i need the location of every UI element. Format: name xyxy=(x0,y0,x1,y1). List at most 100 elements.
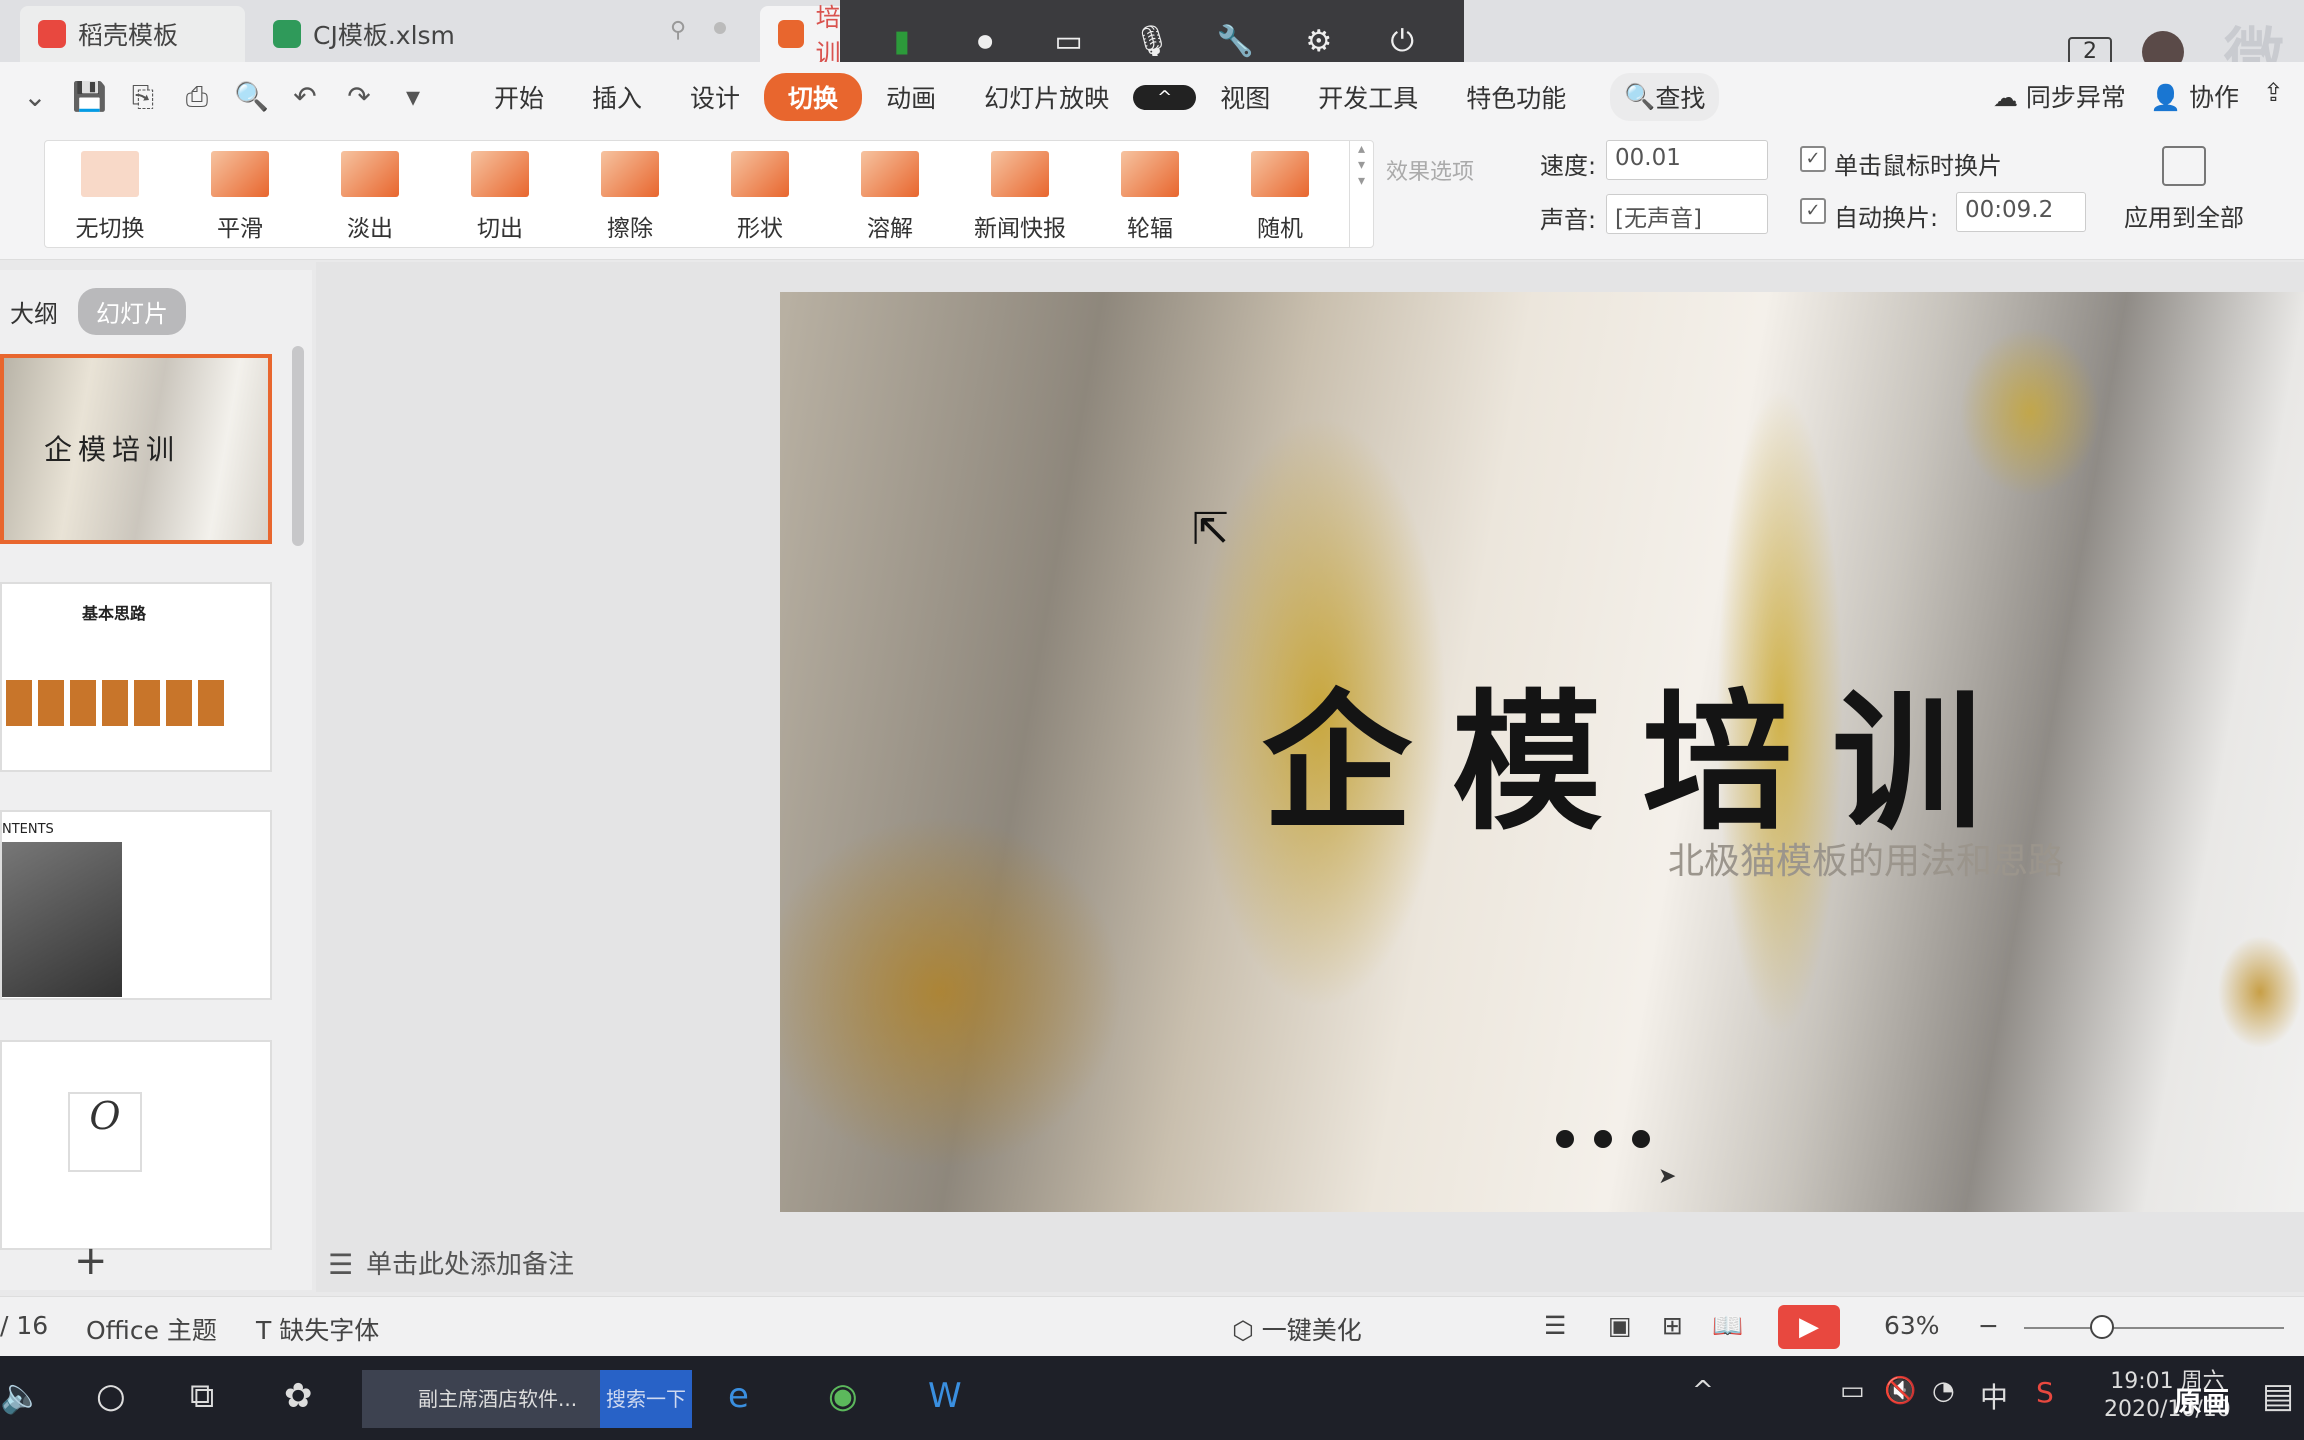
transition-fade[interactable]: 淡出 xyxy=(305,141,435,247)
play-slideshow-button[interactable]: ▶ xyxy=(1778,1305,1840,1349)
beautify-button[interactable]: ⬡ 一键美化 xyxy=(1232,1311,1362,1347)
stop-record-icon[interactable]: ⏺ xyxy=(963,24,1007,59)
decorative-dots xyxy=(1556,1130,1650,1148)
collapse-chevron-icon[interactable]: ⌄ xyxy=(18,80,52,114)
random-icon xyxy=(1251,151,1309,197)
power-icon[interactable]: ⏻ xyxy=(1380,24,1424,59)
task-view-icon[interactable]: ⧉ xyxy=(190,1376,214,1416)
speaker-icon[interactable]: 🔈 xyxy=(0,1376,42,1416)
effect-options-button[interactable]: 效果选项 xyxy=(1386,154,1474,186)
pointer-cursor-icon: ➤ xyxy=(1658,1164,1677,1189)
undo-icon[interactable]: ↶ xyxy=(288,80,322,114)
speed-input[interactable]: 00.01 xyxy=(1606,140,1768,180)
fade-icon xyxy=(341,151,399,197)
menu-home[interactable]: 开始 xyxy=(470,73,568,121)
notification-icon[interactable]: ▤ xyxy=(2262,1376,2294,1416)
slide-title[interactable]: 企模培训 xyxy=(780,642,2304,859)
auto-advance-time-input[interactable]: 00:09.2 xyxy=(1956,192,2086,232)
auto-advance-checkbox[interactable]: ✓ xyxy=(1800,198,1826,224)
add-slide-button[interactable]: + xyxy=(74,1238,108,1284)
gallery-scroll[interactable]: ▴ ▾ ▾ xyxy=(1349,141,1373,247)
menu-design[interactable]: 设计 xyxy=(666,73,764,121)
notes-toggle-icon[interactable]: ☰ xyxy=(1544,1311,1566,1340)
panel-scrollbar[interactable] xyxy=(292,346,304,546)
edge-icon[interactable]: e xyxy=(728,1376,749,1416)
transition-cut[interactable]: 切出 xyxy=(435,141,565,247)
menu-view[interactable]: 视图 xyxy=(1196,73,1294,121)
transition-shape[interactable]: 形状 xyxy=(695,141,825,247)
wps-writer-icon[interactable]: W xyxy=(928,1376,962,1416)
settings-gear-icon[interactable]: ⚙ xyxy=(1297,24,1341,59)
zoom-level[interactable]: 63% xyxy=(1884,1311,1940,1340)
menu-animation[interactable]: 动画 xyxy=(862,73,960,121)
zoom-slider-knob[interactable] xyxy=(2090,1315,2114,1339)
cloud-icon: ☁ xyxy=(1992,83,2018,112)
transition-none[interactable]: 无切换 xyxy=(45,141,175,247)
pin-icon[interactable]: ⚲ xyxy=(670,18,686,43)
cortana-icon[interactable]: ○ xyxy=(96,1376,126,1416)
taskbar-search-button[interactable]: 搜索一下 xyxy=(600,1370,692,1428)
sound-select[interactable]: [无声音] xyxy=(1606,194,1768,234)
zoom-out-icon[interactable]: − xyxy=(1978,1311,1999,1340)
volume-muted-icon[interactable]: 🔇 xyxy=(1884,1376,1916,1406)
wrench-icon[interactable]: 🔧 xyxy=(1213,24,1257,59)
apply-to-all-button[interactable]: 应用到全部 xyxy=(2116,146,2252,233)
quality-mode-label[interactable]: 原画 xyxy=(2174,1380,2230,1420)
zoom-slider[interactable] xyxy=(2024,1327,2284,1329)
no-transition-icon xyxy=(81,151,139,197)
tab-daoke-templates[interactable]: 稻壳模板 xyxy=(20,6,245,62)
missing-font-button[interactable]: T 缺失字体 xyxy=(256,1311,379,1347)
menu-developer[interactable]: 开发工具 xyxy=(1294,73,1442,121)
wheel-icon xyxy=(1121,151,1179,197)
dissolve-icon xyxy=(861,151,919,197)
apply-all-icon xyxy=(2162,146,2206,186)
slide-thumbnail-3[interactable]: NTENTS xyxy=(0,810,272,1000)
transition-wipe[interactable]: 擦除 xyxy=(565,141,695,247)
transition-newsflash[interactable]: 新闻快报 xyxy=(955,141,1085,247)
current-slide[interactable]: 企模培训 北极猫模板的用法和思路 xyxy=(780,292,2304,1212)
sync-status-button[interactable]: ☁ 同步异常 xyxy=(1993,78,2126,114)
slide-thumbnail-1[interactable]: 企模培训 xyxy=(0,354,272,544)
transition-random[interactable]: 随机 xyxy=(1215,141,1345,247)
slides-tab[interactable]: 幻灯片 xyxy=(78,288,186,335)
sorter-view-icon[interactable]: ⊞ xyxy=(1662,1311,1683,1340)
signal-bars-icon: ▮ xyxy=(893,23,910,59)
format-painter-icon[interactable]: ⎘ xyxy=(126,80,160,114)
search-button[interactable]: 🔍 查找 xyxy=(1610,73,1720,121)
slide-editor: 企模培训 北极猫模板的用法和思路 xyxy=(316,262,2304,1292)
notes-area[interactable]: ☰ 单击此处添加备注 xyxy=(316,1240,2304,1290)
menu-special-features[interactable]: 特色功能 xyxy=(1442,73,1590,121)
print-preview-icon[interactable]: 🔍 xyxy=(234,80,269,114)
wifi-icon[interactable]: ◔ xyxy=(1932,1376,1955,1406)
customize-chevron-icon[interactable]: ▾ xyxy=(396,80,430,114)
reading-view-icon[interactable]: 📖 xyxy=(1712,1311,1743,1341)
menu-slideshow[interactable]: 幻灯片放映 xyxy=(960,73,1133,121)
tray-chevron-icon[interactable]: ^ xyxy=(1692,1376,1714,1406)
redo-icon[interactable]: ↷ xyxy=(342,80,376,114)
transition-wheel[interactable]: 轮辐 xyxy=(1085,141,1215,247)
speed-label: 速度: xyxy=(1540,152,1597,180)
transition-dissolve[interactable]: 溶解 xyxy=(825,141,955,247)
transition-smooth[interactable]: 平滑 xyxy=(175,141,305,247)
app-launcher-icon[interactable]: ✿ xyxy=(284,1376,313,1416)
outline-tab[interactable]: 大纲 xyxy=(0,294,58,329)
slide-subtitle[interactable]: 北极猫模板的用法和思路 xyxy=(1668,832,2064,884)
theme-name[interactable]: Office 主题 xyxy=(86,1311,217,1347)
on-click-checkbox[interactable]: ✓ xyxy=(1800,146,1826,172)
save-icon[interactable]: 💾 xyxy=(72,80,107,114)
green-app-icon[interactable]: ◉ xyxy=(828,1376,858,1416)
camera-icon[interactable]: ▭ xyxy=(1047,24,1091,59)
menu-bar: ⌄ 💾 ⎘ ⎙ 🔍 ↶ ↷ ▾ 开始 插入 设计 切换 动画 幻灯片放映 ^ 视… xyxy=(0,62,2304,132)
menu-transitions[interactable]: 切换 xyxy=(764,73,863,121)
ime-chinese-indicator[interactable]: 中 xyxy=(1980,1376,2008,1416)
collaborate-button[interactable]: 👤 协作 xyxy=(2150,78,2239,114)
print-icon[interactable]: ⎙ xyxy=(180,80,214,114)
share-icon[interactable]: ⇪ xyxy=(2263,78,2284,114)
slide-thumbnail-2[interactable]: 基本思路 xyxy=(0,582,272,772)
normal-view-icon[interactable]: ▣ xyxy=(1608,1311,1632,1340)
slide-thumbnail-4[interactable]: O xyxy=(0,1040,272,1250)
menu-insert[interactable]: 插入 xyxy=(568,73,666,121)
collapse-ribbon-button[interactable]: ^ xyxy=(1133,84,1197,110)
microphone-icon[interactable]: 🎙 xyxy=(1130,24,1174,59)
sogou-icon[interactable]: S xyxy=(2036,1376,2054,1409)
